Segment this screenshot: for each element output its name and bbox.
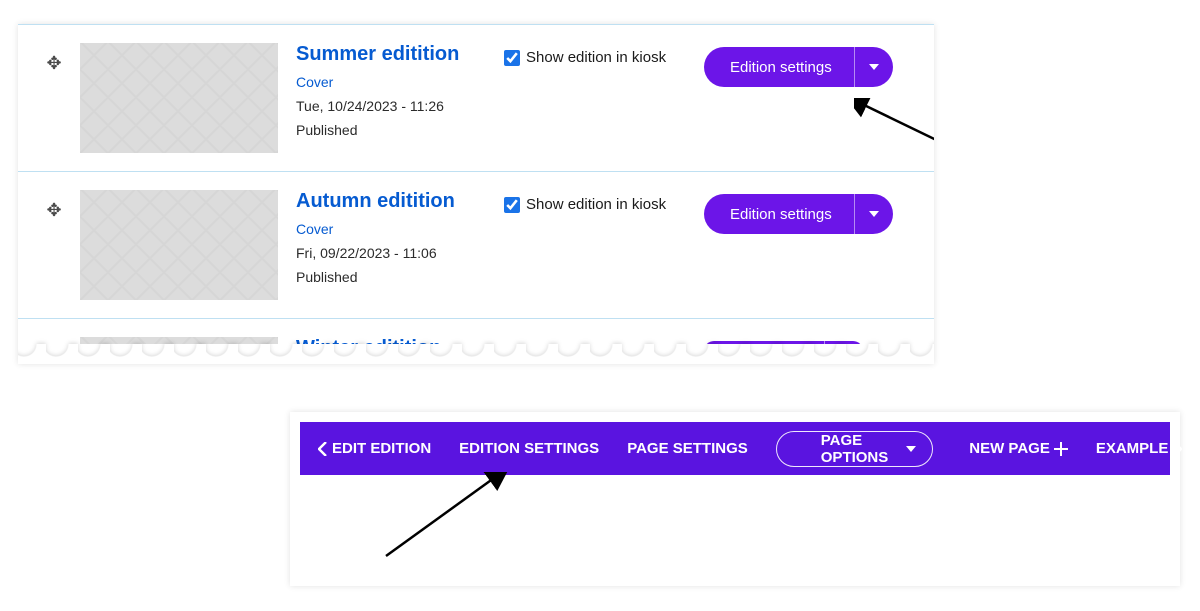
new-page-button[interactable]: NEW PAGE	[969, 440, 1068, 457]
example-button[interactable]: EXAMPLE	[1096, 440, 1183, 457]
caret-down-icon	[869, 64, 879, 70]
edition-settings-splitbutton: Edition settings	[704, 194, 893, 234]
edition-settings-button[interactable]: Edition settings	[704, 194, 855, 234]
chevron-left-icon	[318, 442, 328, 456]
edition-thumbnail[interactable]	[80, 43, 278, 153]
edition-settings-label: EDITION SETTINGS	[459, 440, 599, 457]
plus-icon	[1054, 442, 1068, 456]
edit-edition-label: EDIT EDITION	[332, 440, 431, 457]
edition-cover-link[interactable]: Cover	[296, 74, 504, 90]
page-settings-nav[interactable]: PAGE SETTINGS	[627, 440, 748, 457]
page-options-label: PAGE OPTIONS	[821, 432, 889, 466]
edition-settings-button[interactable]: Edition settings	[704, 47, 855, 87]
chevron-right-icon	[1172, 442, 1182, 456]
edition-thumbnail[interactable]	[80, 190, 278, 300]
edition-row: ✥ Summer editition Cover Tue, 10/24/2023…	[18, 24, 934, 172]
drag-handle-cell: ✥	[28, 43, 80, 74]
edition-meta: Autumn editition Cover Fri, 09/22/2023 -…	[278, 190, 504, 285]
page-settings-label: PAGE SETTINGS	[627, 440, 748, 457]
edition-settings-dropdown-toggle[interactable]	[855, 47, 893, 87]
edition-actions: Edition settings	[704, 190, 893, 234]
edit-edition-button[interactable]: EDIT EDITION	[318, 440, 431, 457]
show-in-kiosk-field[interactable]: Show edition in kiosk	[504, 43, 704, 66]
editor-toolbar: EDIT EDITION EDITION SETTINGS PAGE SETTI…	[300, 422, 1170, 475]
edition-cover-link[interactable]: Cover	[296, 221, 504, 237]
edition-date: Fri, 09/22/2023 - 11:06	[296, 245, 504, 261]
show-in-kiosk-field[interactable]: Show edition in kiosk	[504, 190, 704, 213]
editions-list-card: ✥ Summer editition Cover Tue, 10/24/2023…	[18, 24, 934, 364]
edition-actions: Edition settings	[704, 43, 893, 87]
torn-edge-decoration	[18, 344, 934, 364]
edition-settings-dropdown-toggle[interactable]	[855, 194, 893, 234]
caret-down-icon	[869, 211, 879, 217]
edition-row: ✥ Autumn editition Cover Fri, 09/22/2023…	[18, 172, 934, 319]
new-page-label: NEW PAGE	[969, 440, 1050, 457]
show-in-kiosk-label: Show edition in kiosk	[526, 49, 666, 66]
show-in-kiosk-label: Show edition in kiosk	[526, 196, 666, 213]
edition-title-link[interactable]: Autumn editition	[296, 190, 504, 213]
show-in-kiosk-checkbox[interactable]	[504, 50, 520, 66]
drag-handle-icon[interactable]: ✥	[46, 200, 61, 221]
edition-status: Published	[296, 122, 504, 138]
show-in-kiosk-checkbox[interactable]	[504, 197, 520, 213]
drag-handle-icon[interactable]: ✥	[46, 53, 61, 74]
toolbar-card: EDIT EDITION EDITION SETTINGS PAGE SETTI…	[290, 412, 1180, 586]
edition-status: Published	[296, 269, 504, 285]
edition-settings-nav[interactable]: EDITION SETTINGS	[459, 440, 599, 457]
page-options-dropdown[interactable]: PAGE OPTIONS	[776, 431, 934, 467]
annotation-arrow	[376, 472, 536, 562]
example-label: EXAMPLE	[1096, 440, 1169, 457]
caret-down-icon	[906, 446, 916, 452]
drag-handle-cell: ✥	[28, 190, 80, 221]
edition-meta: Summer editition Cover Tue, 10/24/2023 -…	[278, 43, 504, 138]
edition-title-link[interactable]: Summer editition	[296, 43, 504, 66]
edition-date: Tue, 10/24/2023 - 11:26	[296, 98, 504, 114]
edition-settings-splitbutton: Edition settings	[704, 47, 893, 87]
